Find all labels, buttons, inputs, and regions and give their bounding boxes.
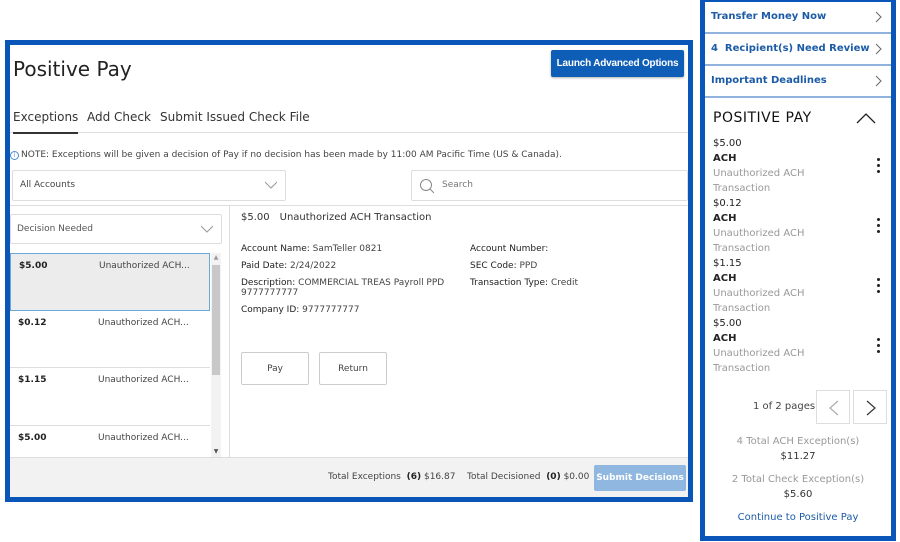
exception-amount: $0.12 xyxy=(18,317,47,328)
list-scrollbar[interactable]: ▲ ▼ xyxy=(211,253,221,457)
pay-button[interactable]: Pay xyxy=(241,352,309,385)
account-name-field: Account Name: SamTeller 0821 xyxy=(241,244,383,254)
decision-filter-select[interactable]: Decision Needed xyxy=(10,214,222,244)
transfer-money-link[interactable]: Transfer Money Now xyxy=(705,2,891,34)
total-decisioned-amount: $0.00 xyxy=(563,472,590,482)
paid-date-value: 2/24/2022 xyxy=(290,261,337,271)
exception-description: Unauthorized ACH... xyxy=(98,375,189,385)
continue-to-positive-pay-link[interactable]: Continue to Positive Pay xyxy=(705,512,891,523)
total-decisioned: Total Decisioned (0) $0.00 xyxy=(467,472,590,482)
account-number-field: Account Number: xyxy=(470,244,549,254)
widget-exception-item[interactable]: $0.12 ACH Unauthorized ACH Transaction xyxy=(705,196,891,256)
chevron-right-icon xyxy=(875,75,882,87)
exception-amount: $1.15 xyxy=(18,375,47,385)
check-exceptions-summary: 2 Total Check Exception(s) $5.60 xyxy=(731,474,865,500)
exception-description: Unauthorized ACH... xyxy=(98,317,189,328)
previous-page-button[interactable] xyxy=(816,390,850,424)
chevron-down-icon xyxy=(201,225,213,233)
tab-exceptions[interactable]: Exceptions xyxy=(13,110,79,134)
widget-exception-item[interactable]: $1.15 ACH Unauthorized ACH Transaction xyxy=(705,256,891,316)
note-text: NOTE: Exceptions will be given a decisio… xyxy=(21,150,562,160)
more-options-icon[interactable] xyxy=(875,218,881,236)
exception-list-item[interactable]: $5.00 Unauthorized ACH... xyxy=(10,425,210,457)
return-button[interactable]: Return xyxy=(319,352,387,385)
scrollbar-thumb[interactable] xyxy=(212,265,220,375)
total-exceptions-count: (6) xyxy=(406,472,422,482)
page-title: Positive Pay xyxy=(13,57,132,81)
total-exceptions: Total Exceptions (6) $16.87 xyxy=(328,472,456,482)
more-options-icon[interactable] xyxy=(875,278,881,296)
decision-note: i NOTE: Exceptions will be given a decisi… xyxy=(10,150,562,160)
dashboard-sidebar: Transfer Money Now 4 Recipient(s) Need R… xyxy=(700,0,896,541)
next-page-button[interactable] xyxy=(853,390,887,424)
exception-list-item[interactable]: $1.15 Unauthorized ACH... xyxy=(10,368,210,426)
chevron-down-icon xyxy=(265,181,277,189)
launch-advanced-options-button[interactable]: Launch Advanced Options xyxy=(551,50,684,77)
chevron-left-icon xyxy=(829,400,839,416)
important-deadlines-link[interactable]: Important Deadlines xyxy=(705,66,891,98)
search-field[interactable] xyxy=(411,170,688,201)
detail-header: $5.00 Unauthorized ACH Transaction xyxy=(241,212,432,223)
more-options-icon[interactable] xyxy=(875,158,881,176)
exception-description: Unauthorized ACH... xyxy=(98,432,189,443)
exception-detail-panel: $5.00 Unauthorized ACH Transaction Accoun… xyxy=(241,206,691,458)
search-icon xyxy=(420,179,435,194)
description-field: Description: COMMERCIAL TREAS Payroll PP… xyxy=(241,278,445,298)
transaction-type-value: Credit xyxy=(550,278,579,288)
chevron-right-icon xyxy=(875,43,882,55)
tab-bar: Exceptions Add Check Submit Issued Check… xyxy=(10,105,688,134)
chevron-right-icon xyxy=(875,11,882,23)
detail-amount: $5.00 xyxy=(241,212,270,223)
total-decisioned-count: (0) xyxy=(546,472,561,482)
scroll-down-arrow-icon[interactable]: ▼ xyxy=(212,448,220,456)
tab-submit-issued-check-file[interactable]: Submit Issued Check File xyxy=(160,110,310,132)
sec-code-field: SEC Code: PPD xyxy=(470,261,538,271)
more-options-icon[interactable] xyxy=(875,338,881,356)
pagination: 1 of 2 pages xyxy=(705,390,891,424)
recipients-review-link[interactable]: 4 Recipient(s) Need Review xyxy=(705,34,891,66)
positive-pay-widget-header: POSITIVE PAY xyxy=(705,98,891,136)
decision-filter-value: Decision Needed xyxy=(17,224,93,234)
chevron-right-icon xyxy=(866,400,876,416)
sec-code-value: PPD xyxy=(519,261,538,271)
scroll-up-arrow-icon[interactable]: ▲ xyxy=(212,254,220,262)
exception-list-panel: Decision Needed $5.00 Unauthorized ACH..… xyxy=(10,206,230,458)
transaction-type-field: Transaction Type: Credit xyxy=(470,278,579,288)
widget-exception-item[interactable]: $5.00 ACH Unauthorized ACH Transaction xyxy=(705,136,891,196)
detail-title: Unauthorized ACH Transaction xyxy=(279,212,432,223)
account-name-value: SamTeller 0821 xyxy=(312,244,383,254)
totals-footer: Total Exceptions (6) $16.87 Total Decisi… xyxy=(10,457,688,497)
tab-add-check[interactable]: Add Check xyxy=(87,110,151,132)
exception-description: Unauthorized ACH... xyxy=(99,261,190,271)
company-id-field: Company ID: 9777777777 xyxy=(241,305,360,315)
chevron-up-icon[interactable] xyxy=(856,112,876,124)
page-indicator: 1 of 2 pages xyxy=(753,401,816,412)
widget-exception-item[interactable]: $5.00 ACH Unauthorized ACH Transaction xyxy=(705,316,891,376)
account-select-value: All Accounts xyxy=(20,180,76,190)
exception-amount: $5.00 xyxy=(19,261,48,271)
widget-title: POSITIVE PAY xyxy=(713,110,812,126)
company-id-value: 9777777777 xyxy=(302,305,360,315)
submit-decisions-button[interactable]: Submit Decisions xyxy=(594,465,686,491)
paid-date-field: Paid Date: 2/24/2022 xyxy=(241,261,337,271)
ach-exceptions-summary: 4 Total ACH Exception(s) $11.27 xyxy=(736,436,860,462)
exception-list-item[interactable]: $0.12 Unauthorized ACH... xyxy=(10,310,210,368)
search-input[interactable] xyxy=(442,180,642,190)
exception-list-item[interactable]: $5.00 Unauthorized ACH... xyxy=(10,253,210,311)
exception-amount: $5.00 xyxy=(18,432,47,443)
positive-pay-panel: Positive Pay Launch Advanced Options Exc… xyxy=(5,40,693,502)
exception-list: $5.00 Unauthorized ACH... $0.12 Unauthor… xyxy=(10,253,210,457)
info-icon: i xyxy=(10,151,19,160)
account-select[interactable]: All Accounts xyxy=(12,170,286,201)
total-exceptions-amount: $16.87 xyxy=(423,472,456,482)
